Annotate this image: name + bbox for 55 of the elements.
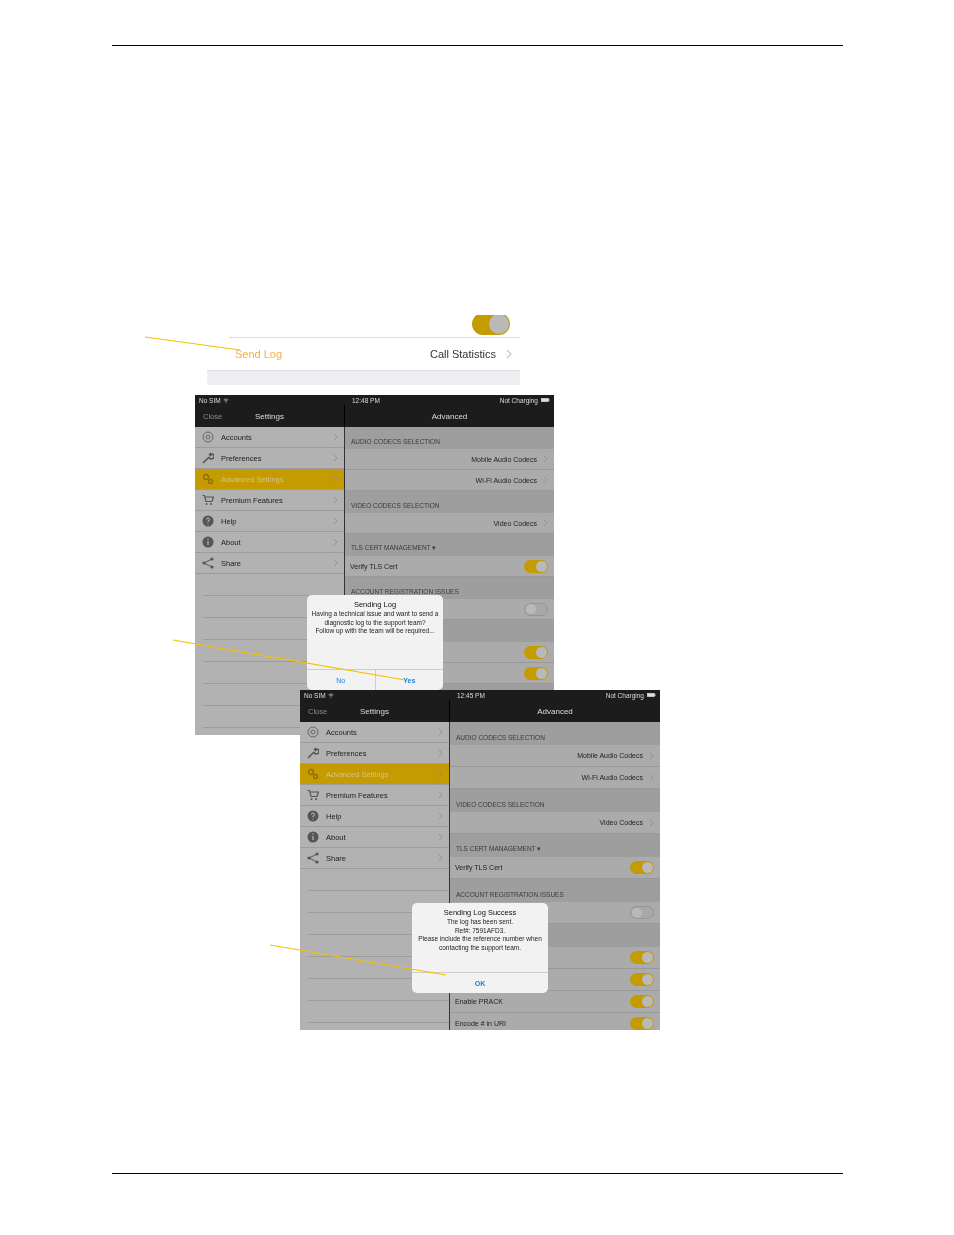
chevron-icon — [543, 476, 548, 484]
wrench-icon — [202, 452, 214, 464]
chevron-icon — [438, 833, 443, 841]
toggle-switch[interactable] — [630, 1017, 654, 1030]
wrench-icon — [307, 747, 319, 759]
chevron-icon — [438, 770, 443, 778]
chevron-icon — [333, 433, 338, 441]
toggle-switch[interactable] — [472, 315, 510, 335]
toggle-switch[interactable] — [524, 666, 548, 680]
settings-title: Settings — [255, 411, 284, 421]
toggle-switch[interactable] — [630, 906, 654, 919]
help-icon — [202, 515, 214, 527]
gears-icon — [307, 768, 319, 780]
chevron-icon — [438, 728, 443, 736]
chevron-icon — [333, 517, 338, 525]
chevron-icon — [649, 773, 654, 782]
toggle-switch[interactable] — [524, 602, 548, 616]
toggle-switch[interactable] — [524, 645, 548, 659]
settings-title: Settings — [360, 706, 389, 716]
info-icon — [202, 536, 214, 548]
at-sign-icon — [202, 431, 214, 443]
advanced-title: Advanced — [431, 411, 468, 421]
toggle-switch[interactable] — [630, 951, 654, 964]
chevron-icon — [333, 559, 338, 567]
info-icon — [307, 831, 319, 843]
chevron-icon — [438, 749, 443, 757]
chevron-icon — [506, 349, 512, 359]
share-icon — [307, 852, 319, 864]
chevron-icon — [438, 854, 443, 862]
chevron-icon — [333, 475, 338, 483]
toggle-switch[interactable] — [630, 973, 654, 986]
battery-icon — [647, 693, 656, 697]
chevron-icon — [543, 455, 548, 463]
chevron-icon — [333, 496, 338, 504]
chevron-icon — [438, 812, 443, 820]
chevron-icon — [333, 538, 338, 546]
chevron-icon — [649, 751, 654, 760]
call-statistics-link[interactable]: Call Statistics — [429, 348, 496, 360]
cart-icon — [307, 789, 319, 801]
toggle-switch[interactable] — [630, 995, 654, 1008]
cart-icon — [202, 494, 214, 506]
wifi-icon — [327, 692, 334, 698]
chevron-icon — [543, 519, 548, 527]
wifi-icon — [222, 397, 229, 403]
battery-icon — [541, 398, 550, 402]
advanced-title: Advanced — [537, 706, 573, 716]
toggle-switch[interactable] — [630, 861, 654, 874]
chevron-icon — [333, 454, 338, 462]
share-icon — [202, 557, 214, 569]
toggle-switch[interactable] — [524, 559, 548, 573]
chevron-icon — [438, 791, 443, 799]
at-sign-icon — [307, 726, 319, 738]
gears-icon — [202, 473, 214, 485]
help-icon — [307, 810, 319, 822]
chevron-icon — [649, 818, 654, 827]
